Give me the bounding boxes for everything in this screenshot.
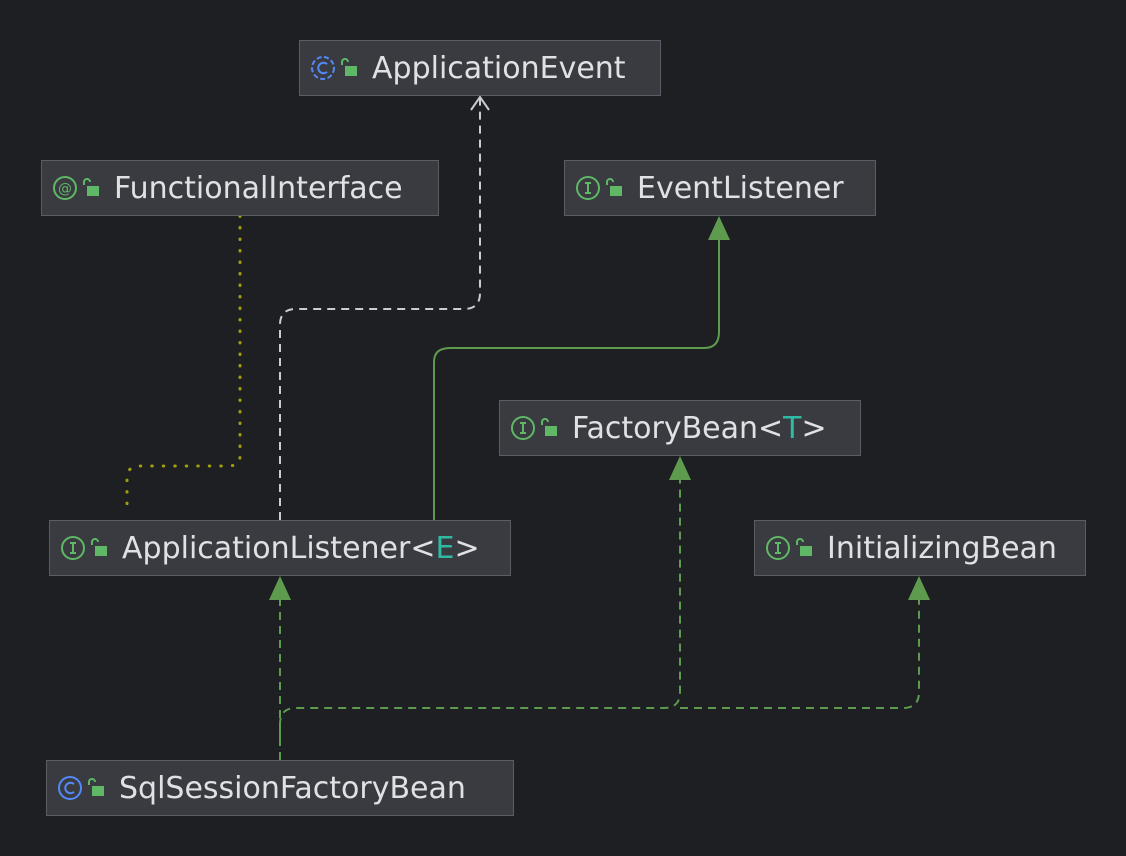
type-parameter: T [783,410,802,446]
node-application-event[interactable]: ApplicationEvent [299,40,661,96]
svg-text:@: @ [58,181,72,197]
edge-sql-to-initializingbean [680,576,930,709]
unlocked-icon [87,778,105,798]
class-icon [310,55,336,81]
unlocked-icon [795,538,813,558]
class-name: ApplicationListener [122,530,411,566]
interface-icon [60,535,86,561]
node-event-listener[interactable]: EventListener [564,160,876,216]
uml-diagram-canvas: ApplicationEvent @ FunctionalInterface E… [0,0,1126,856]
unlocked-icon [605,178,623,198]
type-param-close: > [454,530,480,566]
class-name: FactoryBean [572,410,759,446]
interface-icon [575,175,601,201]
class-name: ApplicationEvent [372,50,626,86]
node-application-listener[interactable]: ApplicationListener < E > [49,520,511,576]
type-parameter: E [435,530,455,566]
edge-listener-to-functional-interface [125,214,242,514]
unlocked-icon [340,58,358,78]
unlocked-icon [540,418,558,438]
interface-icon [510,415,536,441]
class-name: InitializingBean [827,530,1057,566]
annotation-icon: @ [52,175,78,201]
class-name: EventListener [637,170,844,206]
node-factory-bean[interactable]: FactoryBean < T > [499,400,861,456]
class-icon [57,775,83,801]
type-param-open: < [410,530,436,566]
unlocked-icon [82,178,100,198]
class-name: SqlSessionFactoryBean [119,770,466,806]
class-name: FunctionalInterface [114,170,403,206]
unlocked-icon [90,538,108,558]
node-sql-session-factory-bean[interactable]: SqlSessionFactoryBean [46,760,514,816]
type-param-open: < [758,410,784,446]
type-param-close: > [801,410,827,446]
interface-icon [765,535,791,561]
node-functional-interface[interactable]: @ FunctionalInterface [41,160,439,216]
node-initializing-bean[interactable]: InitializingBean [754,520,1086,576]
edge-sql-to-factorybean [279,456,691,740]
